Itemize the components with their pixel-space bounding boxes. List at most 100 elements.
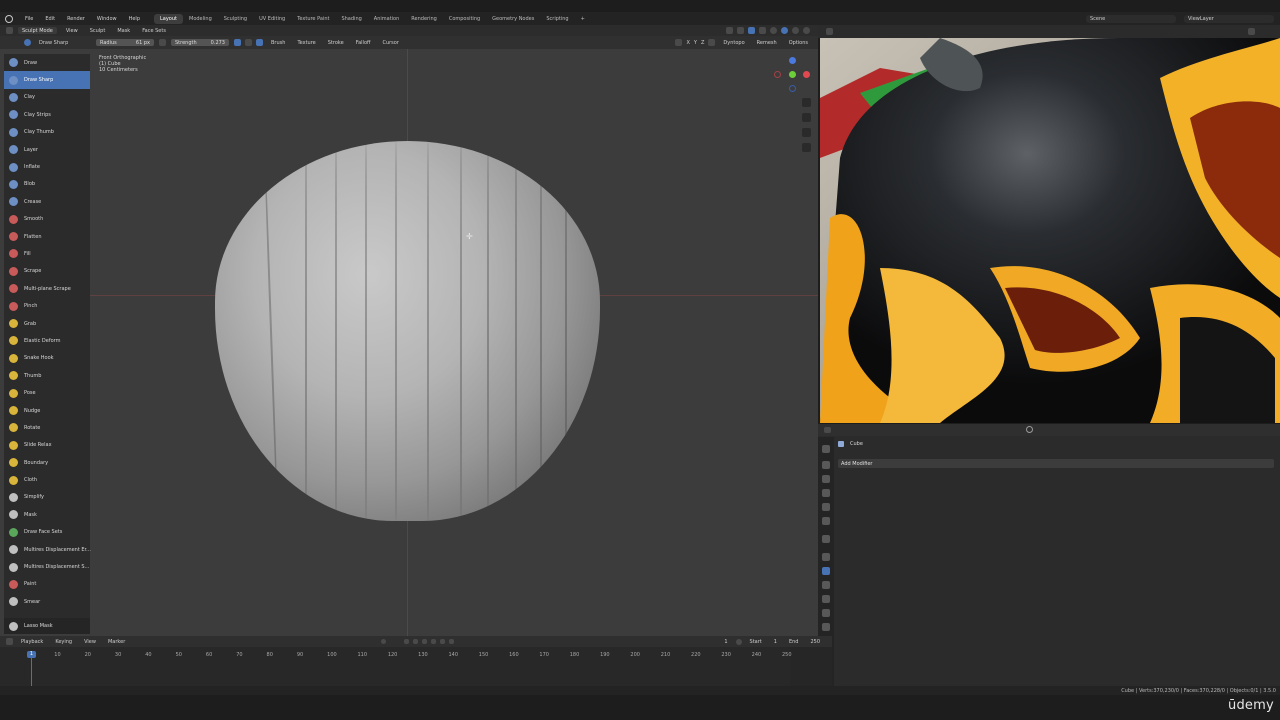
editor-type-icon[interactable] <box>6 638 13 645</box>
brush-crease[interactable]: Crease <box>4 193 90 210</box>
menu-keying[interactable]: Keying <box>49 639 78 645</box>
tab-layout[interactable]: Layout <box>154 13 183 24</box>
tab-rendering[interactable]: Rendering <box>405 14 443 24</box>
dyntopo-checkbox[interactable] <box>708 39 716 46</box>
shading-wireframe-icon[interactable] <box>770 27 777 34</box>
prev-keyframe-icon[interactable] <box>413 639 419 644</box>
brush-multi-plane-scrape[interactable]: Multi-plane Scrape <box>4 280 90 297</box>
pan-hand-icon[interactable] <box>802 113 811 122</box>
current-frame-field[interactable]: 1 <box>718 639 733 645</box>
gizmo-neg-x-axis-icon[interactable] <box>774 71 781 78</box>
brush-flatten[interactable]: Flatten <box>4 228 90 245</box>
brush-thumb[interactable]: Thumb <box>4 367 90 384</box>
editor-type-icon[interactable] <box>6 27 13 34</box>
tab-object-icon[interactable] <box>822 553 830 561</box>
pin-icon[interactable] <box>1248 28 1255 35</box>
brush-draw[interactable]: Draw <box>4 54 90 71</box>
menu-edit[interactable]: Edit <box>39 16 61 22</box>
brush-smear[interactable]: Smear <box>4 593 90 610</box>
play-icon[interactable] <box>431 639 437 644</box>
clock-icon[interactable] <box>735 638 742 645</box>
tab-particles-icon[interactable] <box>822 581 830 589</box>
brush-elastic-deform[interactable]: Elastic Deform <box>4 332 90 349</box>
menu-view[interactable]: View <box>78 639 102 645</box>
jump-start-icon[interactable] <box>404 639 410 644</box>
menu-stroke[interactable]: Stroke <box>322 40 350 46</box>
tab-output-icon[interactable] <box>822 475 830 483</box>
menu-mask[interactable]: Mask <box>111 28 136 34</box>
brush-name[interactable]: Draw Sharp <box>33 40 93 46</box>
tab-shading[interactable]: Shading <box>335 14 367 24</box>
menu-sculpt[interactable]: Sculpt <box>84 28 112 34</box>
menu-playback[interactable]: Playback <box>15 639 49 645</box>
end-field[interactable]: 250 <box>804 639 826 645</box>
tab-texture-paint[interactable]: Texture Paint <box>291 14 335 24</box>
tab-collection-icon[interactable] <box>822 535 830 543</box>
menu-marker[interactable]: Marker <box>102 639 131 645</box>
tab-geometry-nodes[interactable]: Geometry Nodes <box>486 14 540 24</box>
brush-draw-sharp[interactable]: Draw Sharp <box>4 71 90 89</box>
add-workspace-icon[interactable]: + <box>575 14 591 24</box>
symmetry-icon[interactable] <box>675 39 683 46</box>
brush-layer[interactable]: Layer <box>4 141 90 158</box>
brush-simplify[interactable]: Simplify <box>4 489 90 506</box>
brush-mask[interactable]: Mask <box>4 506 90 523</box>
axis-z[interactable]: Z <box>699 40 706 46</box>
view-layer-selector[interactable]: ViewLayer <box>1184 14 1274 23</box>
brush-multires-displacement-s[interactable]: Multires Displacement S... <box>4 558 90 575</box>
brush-fill[interactable]: Fill <box>4 245 90 262</box>
brush-rotate[interactable]: Rotate <box>4 419 90 436</box>
add-icon[interactable] <box>256 39 263 46</box>
gizmo-y-axis-icon[interactable] <box>789 71 796 78</box>
tab-scene-icon[interactable] <box>822 503 830 511</box>
brush-boundary[interactable]: Boundary <box>4 454 90 471</box>
radius-field[interactable]: Radius 61 px <box>96 39 154 46</box>
brush-inflate[interactable]: Inflate <box>4 158 90 175</box>
timeline-scrollbar[interactable] <box>790 647 832 686</box>
brush-smooth[interactable]: Smooth <box>4 211 90 228</box>
start-field[interactable]: 1 <box>768 639 783 645</box>
play-reverse-icon[interactable] <box>422 639 428 644</box>
brush-pose[interactable]: Pose <box>4 384 90 401</box>
gizmo-x-axis-icon[interactable] <box>803 71 810 78</box>
visibility-icon[interactable] <box>726 27 733 34</box>
next-keyframe-icon[interactable] <box>440 639 446 644</box>
gizmo-toggle-icon[interactable] <box>737 27 744 34</box>
playhead[interactable]: 1 <box>27 651 36 658</box>
strength-pressure-icon[interactable] <box>234 39 241 46</box>
scene-selector[interactable]: Scene <box>1086 14 1176 23</box>
menu-file[interactable]: File <box>19 16 39 22</box>
tab-physics-icon[interactable] <box>822 595 830 603</box>
menu-texture[interactable]: Texture <box>291 40 321 46</box>
jump-end-icon[interactable] <box>449 639 455 644</box>
pumpkin-sculpt-mesh[interactable] <box>215 141 600 521</box>
brush-blob[interactable]: Blob <box>4 176 90 193</box>
menu-face-sets[interactable]: Face Sets <box>136 28 172 34</box>
tab-compositing[interactable]: Compositing <box>443 14 486 24</box>
tab-render-icon[interactable] <box>822 461 830 469</box>
brush-snake-hook[interactable]: Snake Hook <box>4 350 90 367</box>
brush-clay-thumb[interactable]: Clay Thumb <box>4 124 90 141</box>
tab-data-icon[interactable] <box>822 623 830 631</box>
zoom-icon[interactable] <box>802 98 811 107</box>
editor-type-icon[interactable] <box>826 28 833 35</box>
perspective-grid-icon[interactable] <box>802 143 811 152</box>
tab-modeling[interactable]: Modeling <box>183 14 218 24</box>
axis-y[interactable]: Y <box>692 40 699 46</box>
menu-help[interactable]: Help <box>123 16 146 22</box>
timeline-editor[interactable]: Playback Keying View Marker 1 Start 1 En… <box>0 636 832 686</box>
tab-view-layer-icon[interactable] <box>822 489 830 497</box>
camera-view-icon[interactable] <box>802 128 811 137</box>
editor-type-icon[interactable] <box>824 427 831 433</box>
menu-falloff[interactable]: Falloff <box>350 40 377 46</box>
brush-pinch[interactable]: Pinch <box>4 297 90 314</box>
navigation-gizmo[interactable] <box>772 53 816 97</box>
brush-paint[interactable]: Paint <box>4 576 90 593</box>
shading-solid-icon[interactable] <box>781 27 788 34</box>
gizmo-z-axis-icon[interactable] <box>789 57 796 64</box>
menu-render[interactable]: Render <box>61 16 91 22</box>
menu-cursor[interactable]: Cursor <box>376 40 404 46</box>
menu-view[interactable]: View <box>60 28 84 34</box>
shading-material-icon[interactable] <box>792 27 799 34</box>
brush-draw-face-sets[interactable]: Draw Face Sets <box>4 524 90 541</box>
